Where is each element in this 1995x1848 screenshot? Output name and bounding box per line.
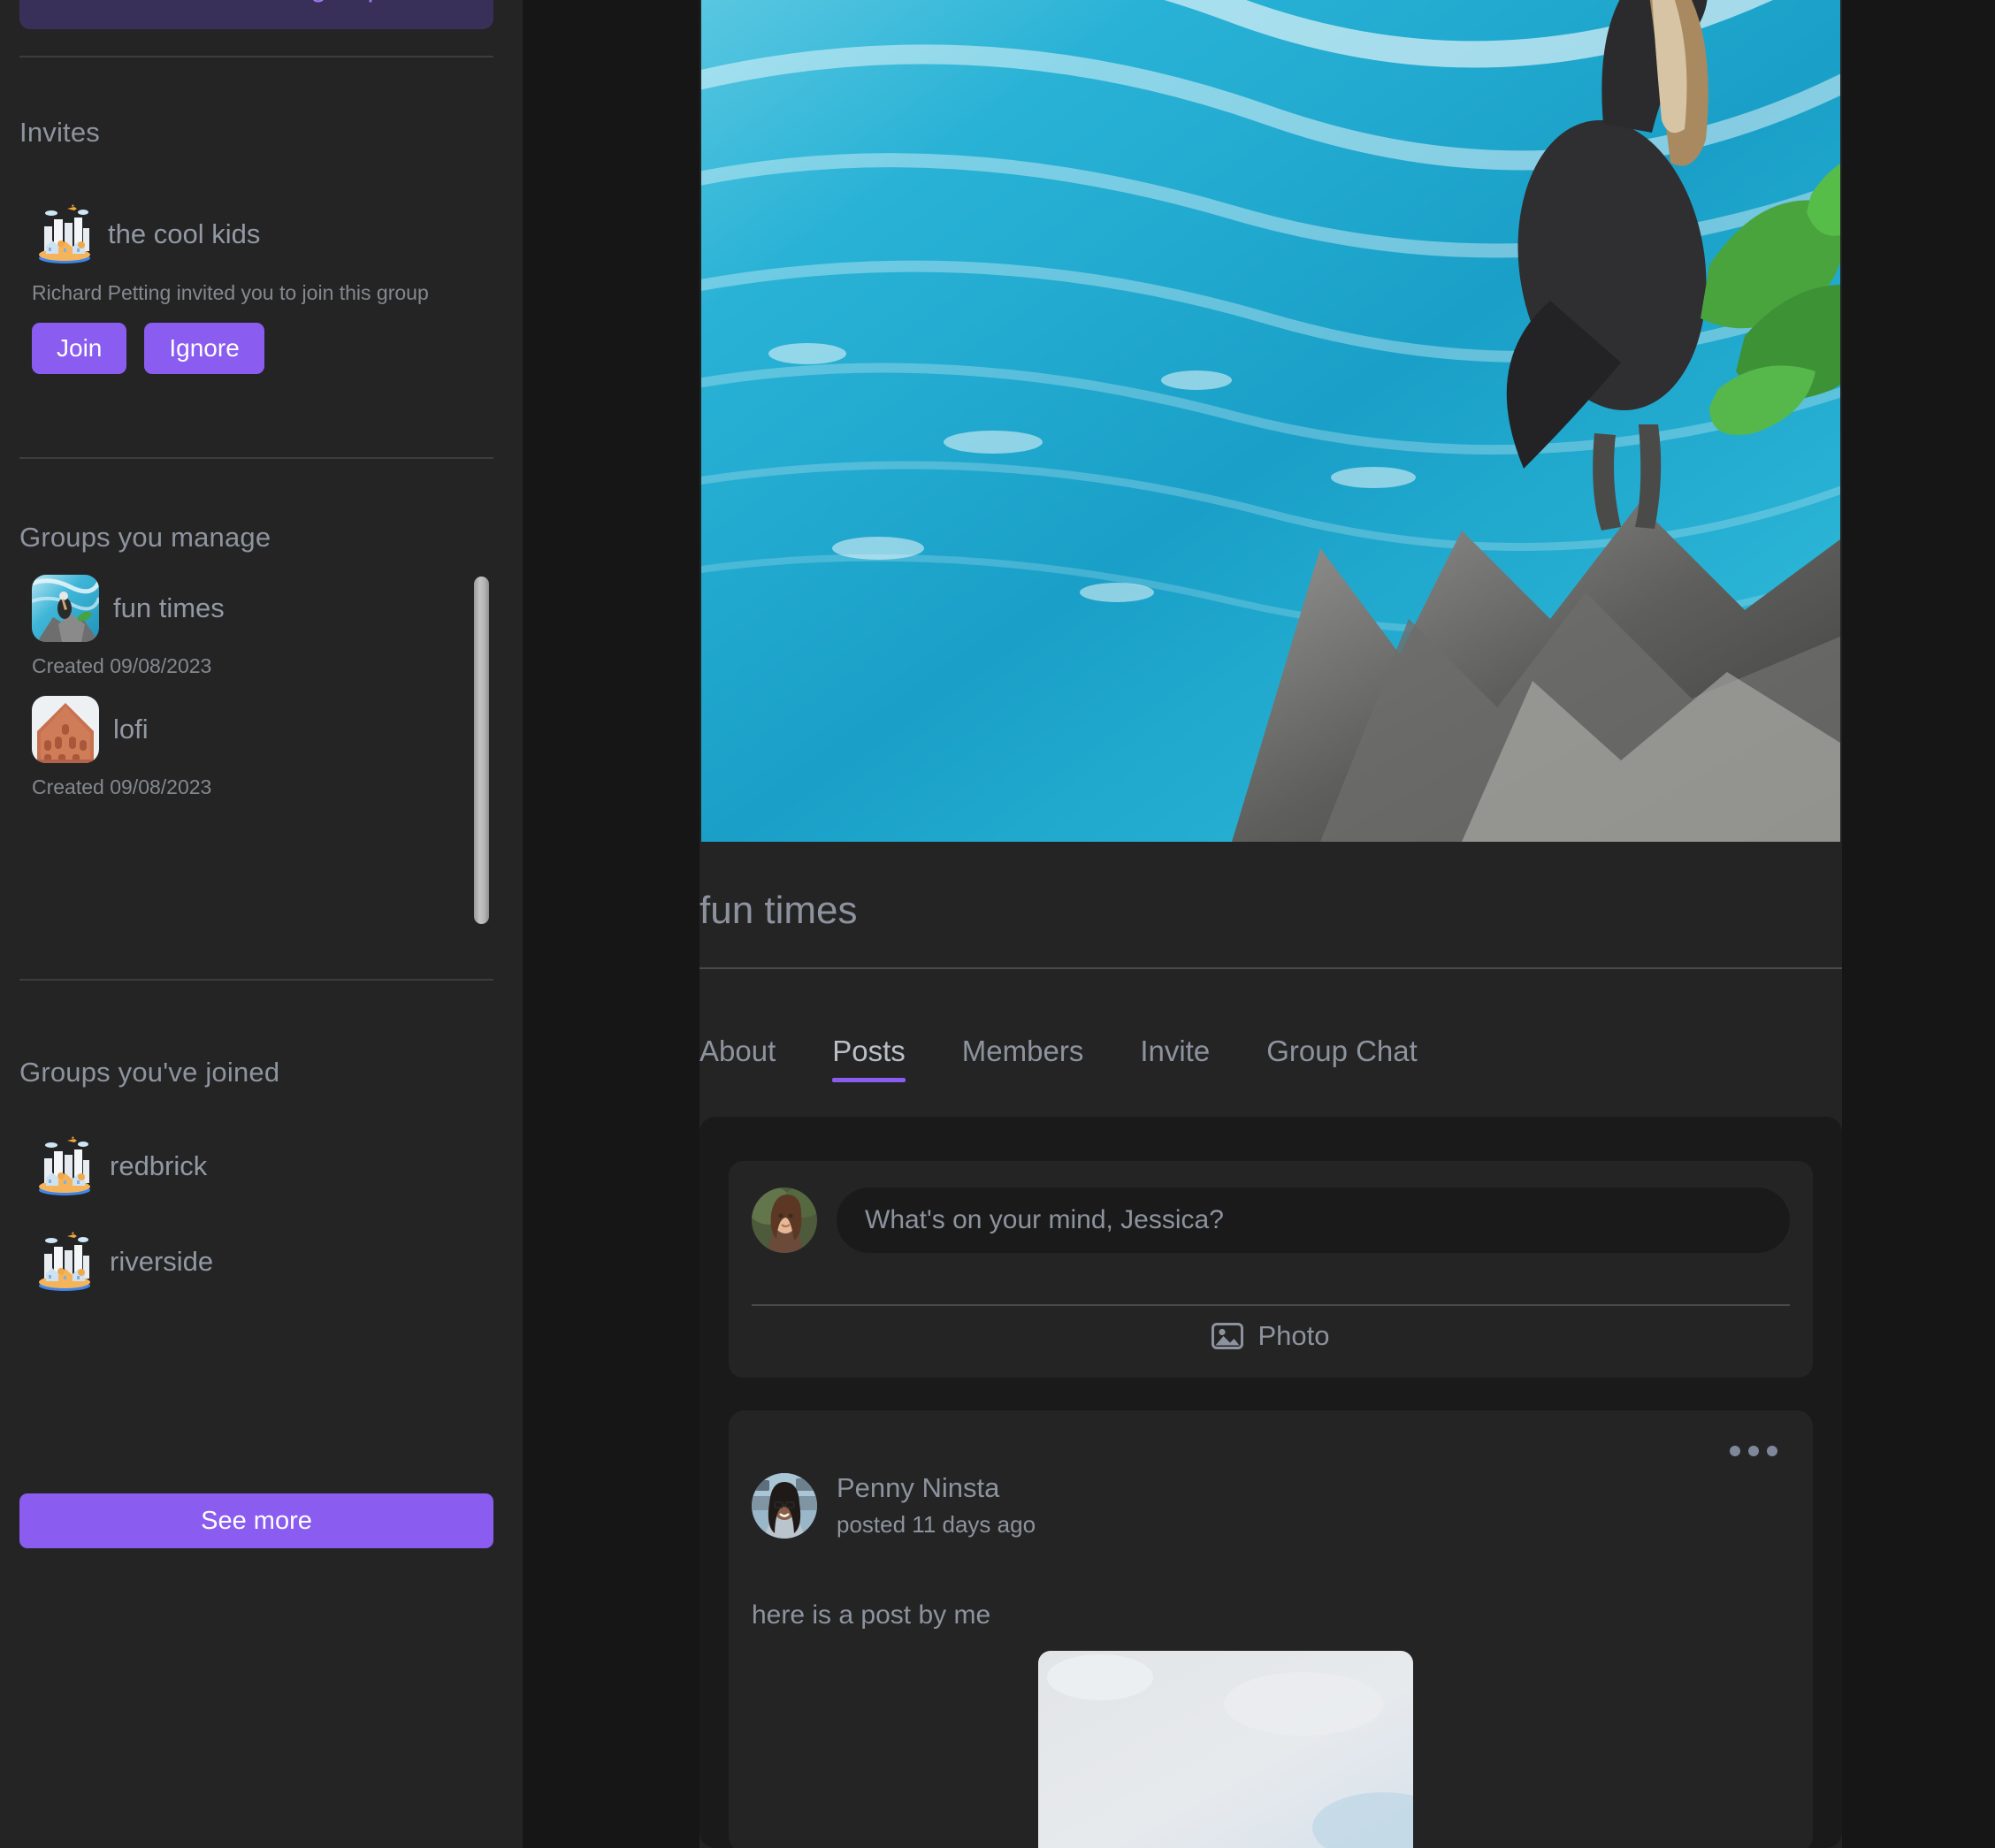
managed-group-created: Created 09/08/2023 [32,654,212,677]
avatar-current-user [752,1187,817,1253]
tab-invite[interactable]: Invite [1140,1035,1210,1082]
post-composer-input[interactable] [837,1187,1790,1253]
posts-panel: Photo [699,1117,1842,1848]
divider-joined [19,979,493,981]
groups-sidebar: + Create new group Invites [0,0,523,1848]
post-header: Penny Ninsta posted 11 days ago [752,1472,1036,1539]
managed-groups-list[interactable]: fun times Created 09/08/2023 lofi Create… [0,575,523,924]
joined-group-name: redbrick [110,1150,208,1181]
plus-icon: + [130,0,148,3]
managed-group-item[interactable]: fun times Created 09/08/2023 [32,575,225,678]
invite-actions: Join Ignore [32,323,264,374]
divider-invites [19,56,493,57]
joined-groups-title: Groups you've joined [19,1057,280,1088]
add-photo-button[interactable]: Photo [729,1320,1813,1352]
group-avatar-palace [32,696,99,763]
group-avatar-pelican [32,575,99,642]
post-text: here is a post by me [752,1600,991,1630]
post-composer: Photo [729,1161,1813,1378]
tab-members[interactable]: Members [962,1035,1084,1082]
composer-divider [752,1304,1790,1306]
tab-posts[interactable]: Posts [832,1035,906,1082]
post-author-name: Penny Ninsta [837,1472,1000,1503]
tab-about[interactable]: About [699,1035,776,1082]
tab-group-chat[interactable]: Group Chat [1266,1035,1418,1082]
managed-groups-scrollbar[interactable] [474,577,489,924]
group-main-content: fun times About Posts Members Invite Gro… [699,0,1842,1848]
avatar-post-author [752,1472,817,1539]
joined-group-item-riverside[interactable]: riverside [32,1229,213,1294]
joined-group-name: riverside [110,1246,214,1277]
managed-group-name: lofi [113,714,149,745]
add-photo-label: Photo [1257,1320,1330,1351]
see-more-button[interactable]: See more [19,1493,493,1548]
managed-group-created: Created 09/08/2023 [32,775,212,798]
invites-section-title: Invites [19,117,100,148]
invite-description: Richard Petting invited you to join this… [32,281,429,304]
join-button[interactable]: Join [32,323,127,374]
invite-item-the-cool-kids[interactable]: the cool kids [32,202,260,267]
create-new-group-label: Create new group [158,0,383,4]
managed-groups-title: Groups you manage [19,522,271,553]
group-tabs: About Posts Members Invite Group Chat [699,1035,1418,1082]
more-horizontal-icon[interactable] [1721,1437,1786,1465]
layout-gap [523,0,699,1848]
divider-manage [19,457,493,459]
post-timestamp: posted 11 days ago [837,1511,1036,1538]
city-illustration-icon [32,1134,97,1199]
photo-icon [1212,1322,1244,1350]
page-title: fun times [699,889,858,932]
managed-group-name: fun times [113,592,225,623]
managed-group-item[interactable]: lofi Created 09/08/2023 [32,696,211,799]
post-card: Penny Ninsta posted 11 days ago here is … [729,1410,1813,1848]
create-new-group-button[interactable]: + Create new group [19,0,493,29]
joined-group-item-redbrick[interactable]: redbrick [32,1134,207,1199]
title-divider [699,967,1842,969]
groups-page: + Create new group Invites [0,0,1995,1848]
invite-group-name: the cool kids [108,218,261,249]
city-illustration-icon [32,1229,97,1294]
group-cover-image [701,0,1840,842]
city-illustration-icon [32,202,97,267]
ignore-button[interactable]: Ignore [144,323,264,374]
post-attached-image [1038,1651,1413,1848]
